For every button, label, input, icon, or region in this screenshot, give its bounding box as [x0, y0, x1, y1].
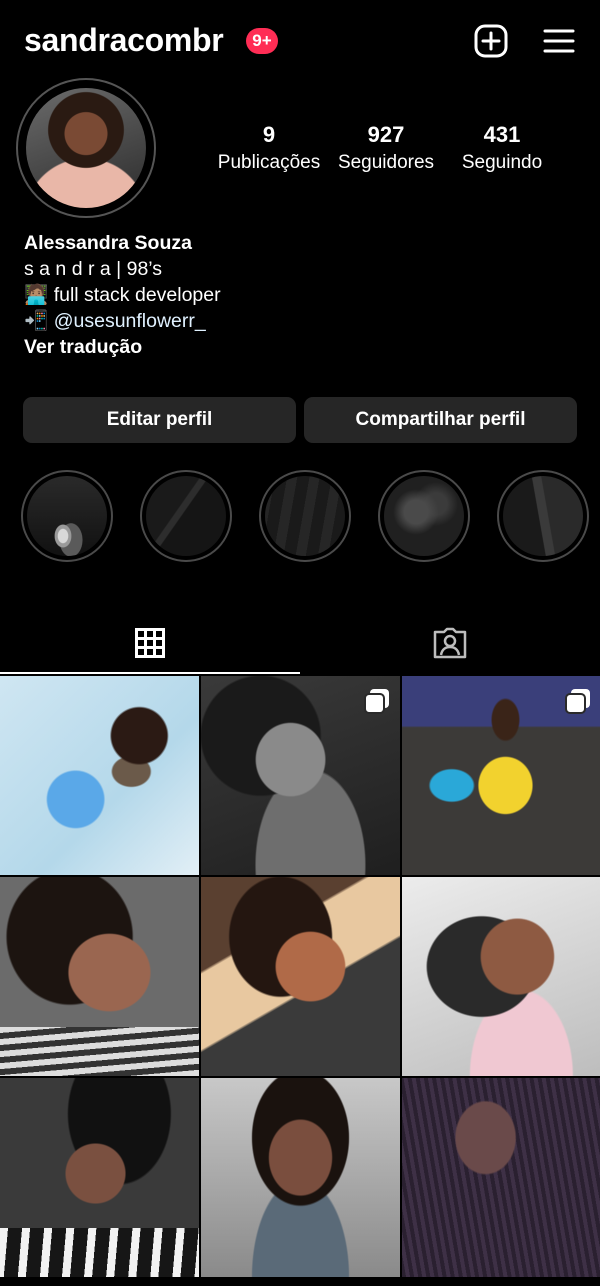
menu-button[interactable]	[540, 22, 578, 60]
see-translation-link[interactable]: Ver tradução	[24, 334, 584, 360]
display-name: Alessandra Souza	[24, 232, 192, 254]
edit-profile-button[interactable]: Editar perfil	[23, 397, 296, 443]
highlight-cover	[146, 476, 226, 556]
following-count: 431	[483, 122, 521, 147]
profile-avatar[interactable]	[16, 78, 156, 218]
username-switcher[interactable]: sandracombr	[24, 22, 224, 59]
post-thumbnail[interactable]	[402, 1078, 600, 1277]
story-highlight[interactable]	[259, 470, 351, 562]
tab-tagged[interactable]	[300, 612, 600, 674]
bio-line: s a n d r a | 98’s	[24, 258, 163, 280]
top-bar: sandracombr 9+	[0, 0, 600, 84]
profile-bio: Alessandra Souza s a n d r a | 98’s 🧑🏽‍💻…	[24, 230, 584, 360]
highlight-cover	[384, 476, 464, 556]
post-thumbnail[interactable]	[201, 877, 400, 1076]
story-highlight[interactable]	[21, 470, 113, 562]
bio-line: 🧑🏽‍💻 full stack developer	[24, 284, 221, 306]
highlight-cover	[503, 476, 583, 556]
story-highlight[interactable]	[497, 470, 589, 562]
tagged-person-icon	[433, 627, 467, 659]
active-tab-indicator	[0, 672, 300, 674]
hamburger-menu-icon	[543, 29, 575, 53]
followers-count: 927	[367, 122, 405, 147]
post-thumbnail[interactable]	[402, 877, 600, 1076]
story-highlight[interactable]	[140, 470, 232, 562]
posts-grid	[0, 676, 600, 1286]
post-thumbnail[interactable]	[402, 676, 600, 875]
post-thumbnail[interactable]	[0, 1078, 199, 1277]
post-thumbnail[interactable]	[0, 877, 199, 1076]
tab-grid[interactable]	[0, 612, 300, 674]
bio-link-line: 📲 @usesunflowerr_	[24, 308, 584, 334]
following-label: Seguindo	[461, 152, 543, 173]
highlight-cover	[27, 476, 107, 556]
plus-square-icon	[474, 24, 508, 58]
posts-stat[interactable]: 9 Publicações	[216, 122, 322, 174]
followers-label: Seguidores	[337, 152, 435, 173]
avatar-photo	[26, 88, 146, 208]
story-highlight[interactable]	[378, 470, 470, 562]
grid-icon	[135, 628, 165, 658]
new-post-button[interactable]	[472, 22, 510, 60]
multiple-photos-icon	[565, 689, 590, 714]
posts-label: Publicações	[217, 152, 321, 173]
share-profile-button[interactable]: Compartilhar perfil	[304, 397, 577, 443]
following-stat[interactable]: 431 Seguindo	[454, 122, 550, 174]
profile-tabs	[0, 612, 600, 674]
posts-count: 9	[262, 122, 276, 147]
post-thumbnail[interactable]	[201, 1078, 400, 1277]
post-thumbnail[interactable]	[0, 676, 199, 875]
multiple-photos-icon	[364, 689, 389, 714]
bio-mention-link[interactable]: @usesunflowerr_	[54, 310, 206, 332]
highlight-cover	[265, 476, 345, 556]
post-thumbnail[interactable]	[201, 676, 400, 875]
phone-emoji: 📲	[24, 310, 54, 332]
notification-badge: 9+	[246, 28, 278, 54]
followers-stat[interactable]: 927 Seguidores	[330, 122, 442, 174]
